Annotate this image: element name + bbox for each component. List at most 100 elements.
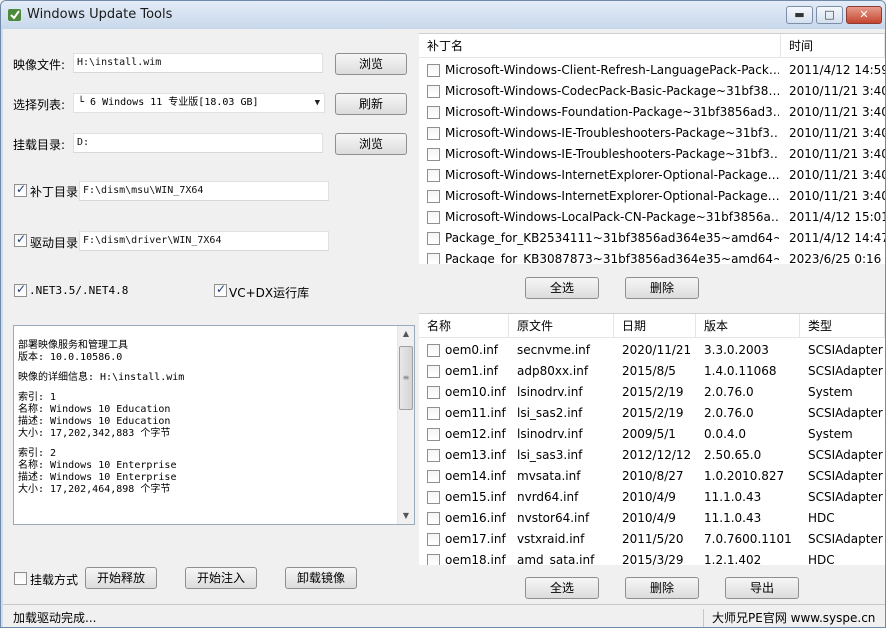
driver-row[interactable]: oem12.inf lsinodrv.inf 2009/5/1 0.0.4.0 Syst… (419, 424, 885, 445)
patch-time-cell: 2010/11/21 3:40 (789, 105, 885, 119)
driver-row[interactable]: oem14.inf mvsata.inf 2010/8/27 1.0.2010.827… (419, 466, 885, 487)
patch-time-cell: 2010/11/21 3:40 (789, 189, 885, 203)
patch-time-cell: 2010/11/21 3:40 (789, 126, 885, 140)
patch-row[interactable]: Microsoft-Windows-CodecPack-Basic-Packag… (419, 81, 885, 102)
driver-source-cell: lsi_sas2.inf (517, 406, 583, 420)
start-release-button[interactable]: 开始释放 (85, 567, 157, 589)
start-inject-button[interactable]: 开始注入 (185, 567, 257, 589)
column-header[interactable]: 版本 (696, 314, 800, 338)
browse-mount-button[interactable]: 浏览 (335, 133, 407, 155)
patch-row[interactable]: Microsoft-Windows-IE-Troubleshooters-Pac… (419, 144, 885, 165)
driver-dir-input[interactable]: F:\dism\driver\WIN_7X64 (79, 231, 329, 251)
patch-row[interactable]: Package_for_KB3087873~31bf3856ad364e35~a… (419, 249, 885, 264)
driver-source-cell: nvstor64.inf (517, 511, 590, 525)
unmount-button[interactable]: 卸载镜像 (285, 567, 357, 589)
row-checkbox[interactable] (427, 106, 440, 119)
row-checkbox[interactable] (427, 253, 440, 264)
driver-row[interactable]: oem16.inf nvstor64.inf 2010/4/9 11.1.0.43 HD… (419, 508, 885, 529)
driver-row[interactable]: oem11.inf lsi_sas2.inf 2015/2/19 2.0.76.0 SC… (419, 403, 885, 424)
driver-row[interactable]: oem15.inf nvrd64.inf 2010/4/9 11.1.0.43 SCSI… (419, 487, 885, 508)
chevron-down-icon: ▼ (314, 98, 320, 108)
row-checkbox[interactable] (427, 386, 440, 399)
browse-image-button[interactable]: 浏览 (335, 53, 407, 75)
scroll-up-icon[interactable]: ▲ (398, 326, 414, 342)
close-button[interactable]: ✕ (846, 6, 882, 24)
driver-type-cell: SCSIAdapter (808, 532, 883, 546)
patch-row[interactable]: Microsoft-Windows-Client-Refresh-Languag… (419, 60, 885, 81)
mount-dir-input[interactable]: D: (73, 133, 323, 153)
driver-name-cell: oem18.inf (445, 553, 506, 565)
patch-dir-input[interactable]: F:\dism\msu\WIN_7X64 (79, 181, 329, 201)
driver-row[interactable]: oem0.inf secnvme.inf 2020/11/21 3.3.0.2003 S… (419, 340, 885, 361)
row-checkbox[interactable] (427, 211, 440, 224)
image-file-input[interactable]: H:\install.wim (73, 53, 323, 73)
driver-delete-button[interactable]: 删除 (625, 577, 699, 599)
patch-row[interactable]: Microsoft-Windows-LocalPack-CN-Package~3… (419, 207, 885, 228)
patch-select-all-button[interactable]: 全选 (525, 277, 599, 299)
row-checkbox[interactable] (427, 407, 440, 420)
row-checkbox[interactable] (427, 64, 440, 77)
row-checkbox[interactable] (427, 232, 440, 245)
scroll-down-icon[interactable]: ▼ (398, 508, 414, 524)
patch-name-cell: Package_for_KB2534111~31bf3856ad364e35~a… (445, 231, 779, 245)
row-checkbox[interactable] (427, 148, 440, 161)
title-bar[interactable]: Windows Update Tools ▬ □ ✕ (1, 1, 885, 29)
scroll-thumb[interactable]: ≡ (399, 346, 413, 410)
output-log[interactable]: 部署映像服务和管理工具 版本: 10.0.10586.0 映像的详细信息: H:\i… (13, 325, 415, 525)
column-header[interactable]: 原文件 (509, 314, 614, 338)
driver-dir-checkbox[interactable] (14, 232, 27, 247)
log-line: 映像的详细信息: H:\install.wim (18, 372, 185, 383)
maximize-button[interactable]: □ (816, 6, 843, 24)
log-line: 名称: Windows 10 Education (18, 404, 171, 415)
row-checkbox[interactable] (427, 169, 440, 182)
minimize-button[interactable]: ▬ (786, 6, 813, 24)
patch-row[interactable]: Microsoft-Windows-InternetExplorer-Optio… (419, 165, 885, 186)
vc-dx-checkbox[interactable] (214, 282, 227, 297)
row-checkbox[interactable] (427, 533, 440, 546)
patch-row[interactable]: Microsoft-Windows-Foundation-Package~31b… (419, 102, 885, 123)
log-scrollbar[interactable]: ▲ ≡ ▼ (397, 326, 414, 524)
column-header[interactable]: 补丁名 (419, 34, 781, 58)
column-header[interactable]: 类型 (800, 314, 885, 338)
column-header[interactable]: 名称 (419, 314, 509, 338)
driver-type-cell: System (808, 385, 853, 399)
row-checkbox[interactable] (427, 344, 440, 357)
row-checkbox[interactable] (427, 470, 440, 483)
net-checkbox[interactable] (14, 282, 27, 297)
column-header[interactable]: 时间 (781, 34, 885, 58)
row-checkbox[interactable] (427, 365, 440, 378)
mount-mode-checkbox[interactable] (14, 572, 27, 585)
driver-row[interactable]: oem10.inf lsinodrv.inf 2015/2/19 2.0.76.0 Sy… (419, 382, 885, 403)
patch-row[interactable]: Microsoft-Windows-InternetExplorer-Optio… (419, 186, 885, 207)
driver-dir-label: 驱动目录 (30, 236, 79, 250)
row-checkbox[interactable] (427, 428, 440, 441)
row-checkbox[interactable] (427, 512, 440, 525)
driver-date-cell: 2020/11/21 (622, 343, 692, 357)
image-index-value: └ 6 Windows 11 专业版[18.03 GB] (78, 97, 259, 108)
patch-row[interactable]: Package_for_KB2534111~31bf3856ad364e35~a… (419, 228, 885, 249)
driver-row[interactable]: oem18.inf amd_sata.inf 2015/3/29 1.2.1.402 H… (419, 550, 885, 565)
row-checkbox[interactable] (427, 85, 440, 98)
patch-dir-checkbox[interactable] (14, 182, 27, 197)
window-title: Windows Update Tools (27, 7, 173, 22)
driver-export-button[interactable]: 导出 (725, 577, 799, 599)
driver-row[interactable]: oem13.inf lsi_sas3.inf 2012/12/12 2.50.65.0… (419, 445, 885, 466)
row-checkbox[interactable] (427, 491, 440, 504)
driver-list[interactable]: 名称 原文件 日期 版本 类型 oem0.inf secnvme.inf 2020/… (419, 313, 885, 565)
row-checkbox[interactable] (427, 554, 440, 565)
patch-name-cell: Package_for_KB3087873~31bf3856ad364e35~a… (445, 252, 779, 264)
patch-row[interactable]: Microsoft-Windows-IE-Troubleshooters-Pac… (419, 123, 885, 144)
patch-list[interactable]: 补丁名 时间 Microsoft-Windows-Client-Refresh-… (419, 33, 885, 264)
row-checkbox[interactable] (427, 127, 440, 140)
row-checkbox[interactable] (427, 449, 440, 462)
driver-select-all-button[interactable]: 全选 (525, 577, 599, 599)
row-checkbox[interactable] (427, 190, 440, 203)
driver-name-cell: oem16.inf (445, 511, 506, 525)
driver-row[interactable]: oem17.inf vstxraid.inf 2011/5/20 7.0.7600.1… (419, 529, 885, 550)
column-header[interactable]: 日期 (614, 314, 696, 338)
patch-delete-button[interactable]: 删除 (625, 277, 699, 299)
refresh-button[interactable]: 刷新 (335, 93, 407, 115)
image-index-dropdown[interactable]: └ 6 Windows 11 专业版[18.03 GB] ▼ (73, 93, 325, 113)
driver-row[interactable]: oem1.inf adp80xx.inf 2015/8/5 1.4.0.11068 SC… (419, 361, 885, 382)
